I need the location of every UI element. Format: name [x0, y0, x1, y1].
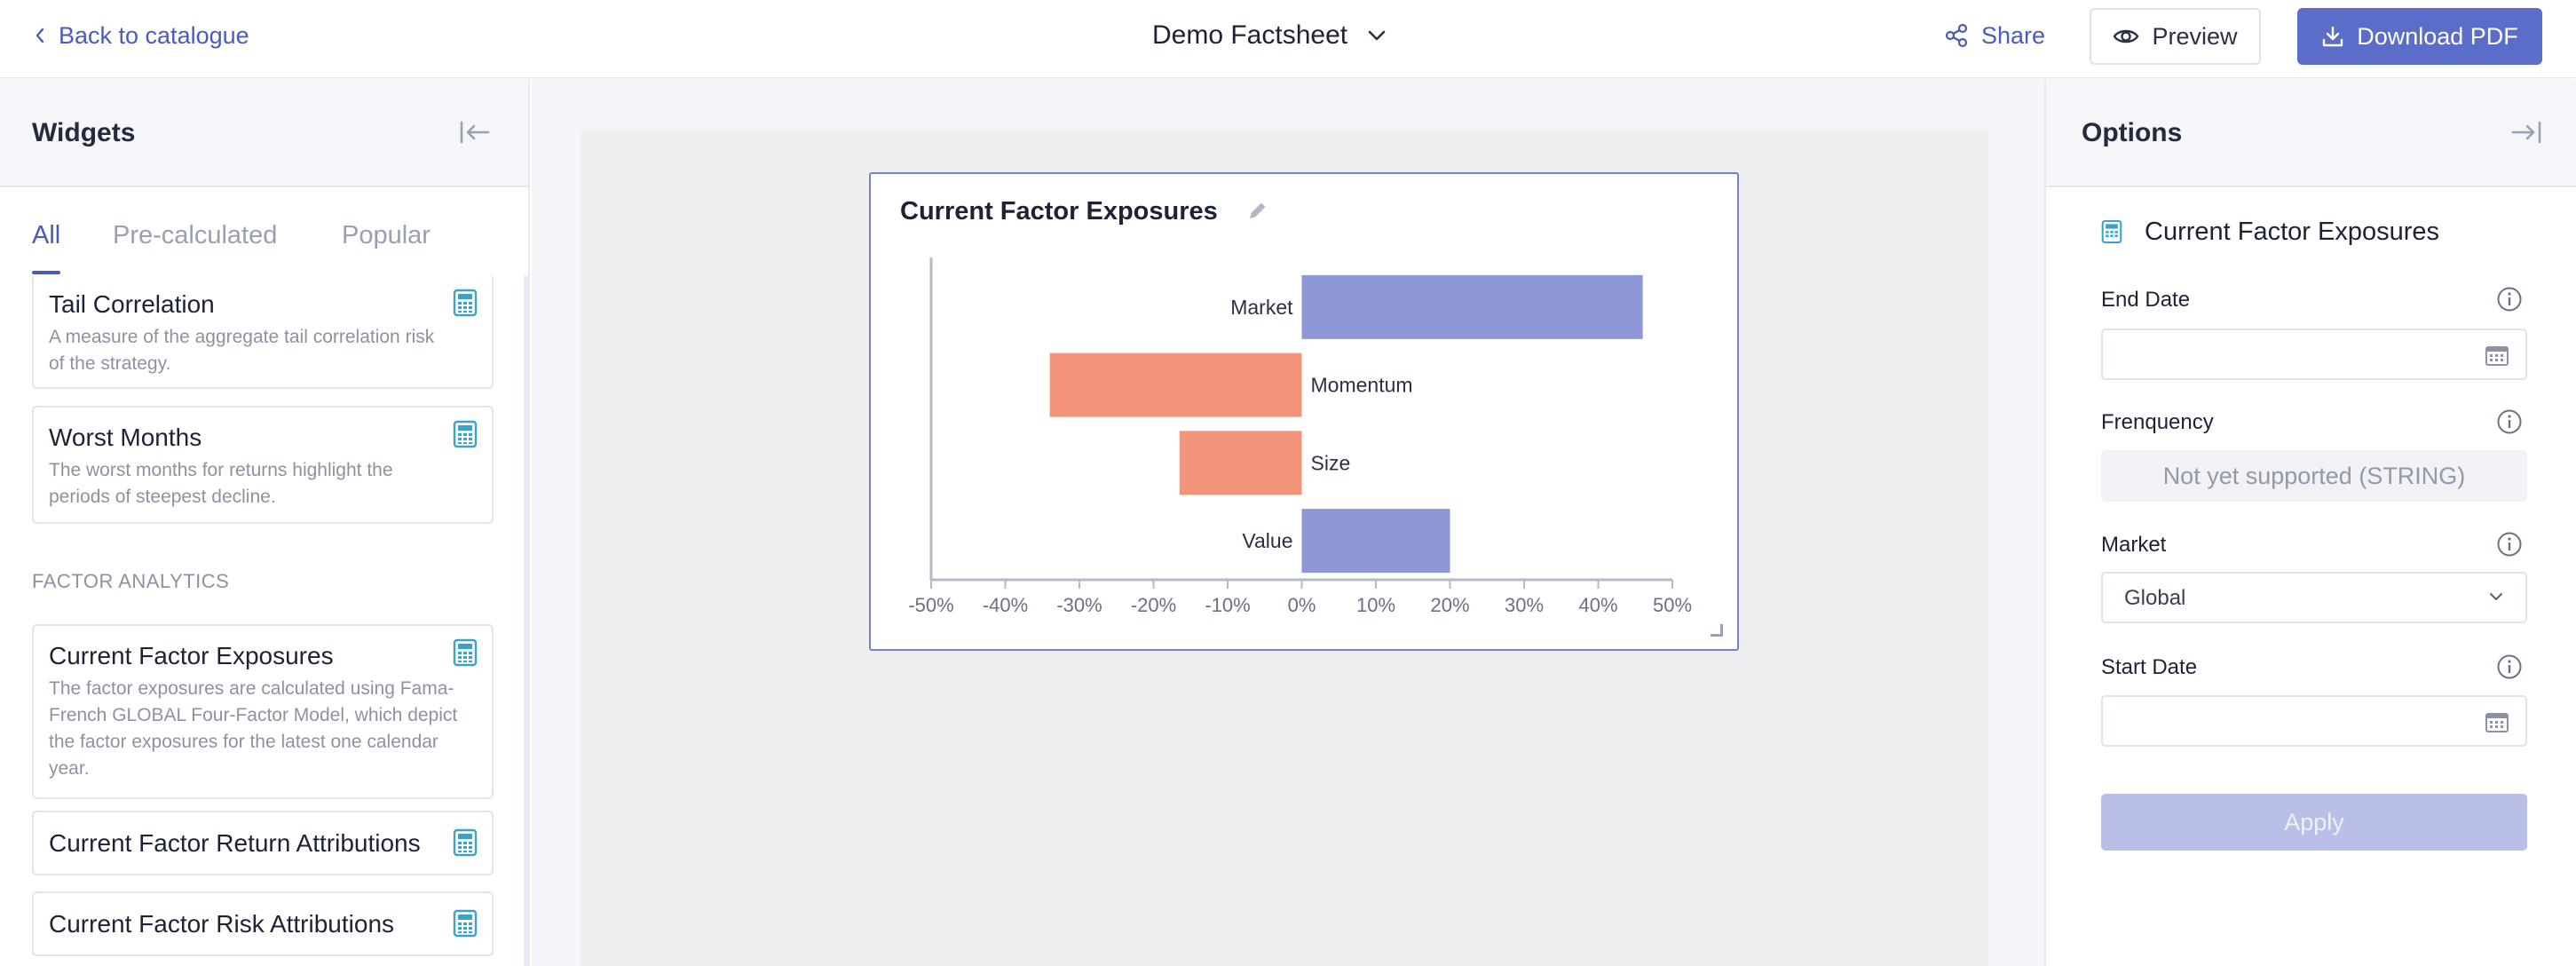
widget-card-worst-months[interactable]: Worst Months The worst months for return…: [32, 406, 494, 524]
share-label: Share: [1981, 21, 2046, 49]
widgets-panel-header: Widgets: [0, 79, 528, 187]
widget-card-title: Worst Months: [49, 424, 202, 451]
collapse-right-icon[interactable]: [2510, 120, 2542, 145]
widget-tabs: All Pre-calculated Popular: [0, 187, 528, 276]
x-tick-label: -30%: [1056, 594, 1102, 616]
section-label-factor-analytics: FACTOR ANALYTICS: [32, 570, 230, 592]
widget-card-title: Current Factor Exposures: [49, 642, 334, 669]
bar: [1301, 274, 1643, 339]
eye-icon: [2114, 29, 2139, 44]
end-date-field[interactable]: [2101, 329, 2527, 380]
bar: [1179, 431, 1302, 495]
category-label: Momentum: [1311, 374, 1413, 397]
widget-card-description: The worst months for returns highlight t…: [49, 460, 393, 507]
document-title-dropdown[interactable]: Demo Factsheet: [1152, 18, 1387, 53]
start-date-label: Start Date: [2101, 655, 2198, 679]
options-panel: Options Current Factor Exposures End Dat…: [2044, 79, 2576, 966]
calculator-icon: [453, 828, 478, 857]
widget-card-current-factor-risk-attributions[interactable]: Current Factor Risk Attributions: [32, 891, 494, 956]
apply-button[interactable]: Apply: [2101, 794, 2527, 851]
start-date-field[interactable]: [2101, 695, 2527, 747]
info-icon[interactable]: [2496, 286, 2523, 313]
widget-card-description: The factor exposures are calculated usin…: [49, 678, 458, 779]
widgets-panel: Widgets All Pre-calculated Popular Tail …: [0, 79, 530, 966]
frequency-label: Frenquency: [2101, 410, 2214, 434]
market-label: Market: [2101, 533, 2167, 557]
bar: [1049, 352, 1302, 417]
calculator-icon: [453, 909, 478, 938]
info-icon[interactable]: [2496, 408, 2523, 435]
widget-card-title: Tail Correlation: [49, 290, 215, 318]
calculator-icon: [453, 289, 478, 317]
collapse-left-icon[interactable]: [459, 120, 491, 145]
options-panel-header: Options: [2046, 79, 2576, 187]
end-date-label: End Date: [2101, 288, 2191, 312]
widget-card-description: A measure of the aggregate tail correlat…: [49, 327, 435, 374]
market-select[interactable]: Global: [2101, 572, 2527, 623]
back-label: Back to catalogue: [59, 21, 249, 49]
frequency-field: Not yet supported (STRING): [2101, 450, 2527, 502]
tab-popular[interactable]: Popular: [342, 221, 431, 250]
top-bar: Back to catalogue Demo Factsheet Share P…: [0, 0, 2576, 78]
x-tick-label: -20%: [1131, 594, 1176, 616]
widgets-panel-title: Widgets: [32, 118, 136, 147]
download-label: Download PDF: [2357, 22, 2518, 50]
widget-card-current-factor-exposures[interactable]: Current Factor Exposures The factor expo…: [32, 624, 494, 799]
calendar-icon: [2485, 346, 2509, 366]
download-icon: [2323, 26, 2343, 47]
widget-card-title: Current Factor Risk Attributions: [49, 910, 395, 938]
category-label: Value: [1242, 529, 1292, 552]
calculator-icon: [453, 420, 478, 448]
x-tick-label: -40%: [983, 594, 1028, 616]
factor-exposure-chart: -50% -40% -30% -20% -10% 0% 10% 20% 30% 40% 50% Mar…: [908, 257, 1692, 616]
x-tick-label: 50%: [1653, 594, 1692, 616]
market-selected-value: Global: [2124, 586, 2186, 610]
options-panel-title: Options: [2082, 118, 2183, 147]
chevron-left-icon: [36, 28, 44, 44]
info-icon[interactable]: [2496, 531, 2523, 558]
back-to-catalogue-link[interactable]: Back to catalogue: [34, 20, 249, 51]
chevron-down-icon: [1368, 30, 1386, 41]
x-tick-label: 20%: [1430, 594, 1469, 616]
x-tick-label: -10%: [1205, 594, 1250, 616]
resize-handle[interactable]: [1711, 624, 1723, 637]
selected-widget-name: Current Factor Exposures: [2145, 218, 2440, 246]
chevron-down-icon: [2490, 593, 2502, 600]
info-icon[interactable]: [2496, 653, 2523, 680]
preview-label: Preview: [2152, 22, 2238, 50]
document-title: Demo Factsheet: [1152, 20, 1348, 50]
share-button[interactable]: Share: [1944, 20, 2045, 51]
tab-pre-calculated[interactable]: Pre-calculated: [113, 221, 277, 250]
active-tab-indicator: [32, 271, 60, 274]
widget-card-tail-correlation[interactable]: Tail Correlation A measure of the aggreg…: [32, 276, 494, 389]
widget-card-current-factor-return-attributions[interactable]: Current Factor Return Attributions: [32, 811, 494, 875]
bar: [1301, 509, 1450, 574]
calculator-icon: [2101, 219, 2122, 244]
x-tick-label: 30%: [1505, 594, 1544, 616]
calendar-icon: [2485, 713, 2509, 732]
tab-all[interactable]: All: [32, 221, 60, 250]
current-factor-exposures-widget[interactable]: Current Factor Exposures -50% -40% -30% -20…: [869, 172, 1739, 651]
x-tick-label: -50%: [908, 594, 953, 616]
download-pdf-button[interactable]: Download PDF: [2297, 8, 2542, 65]
calculator-icon: [453, 638, 478, 667]
category-label: Size: [1311, 451, 1351, 474]
widgets-scrollbar[interactable]: [524, 276, 529, 966]
x-tick-label: 0%: [1288, 594, 1316, 616]
share-icon: [1945, 23, 1968, 48]
x-tick-label: 40%: [1578, 594, 1617, 616]
widget-card-title: Current Factor Return Attributions: [49, 829, 421, 857]
preview-button[interactable]: Preview: [2090, 8, 2261, 65]
category-label: Market: [1230, 296, 1293, 319]
x-tick-label: 10%: [1356, 594, 1395, 616]
